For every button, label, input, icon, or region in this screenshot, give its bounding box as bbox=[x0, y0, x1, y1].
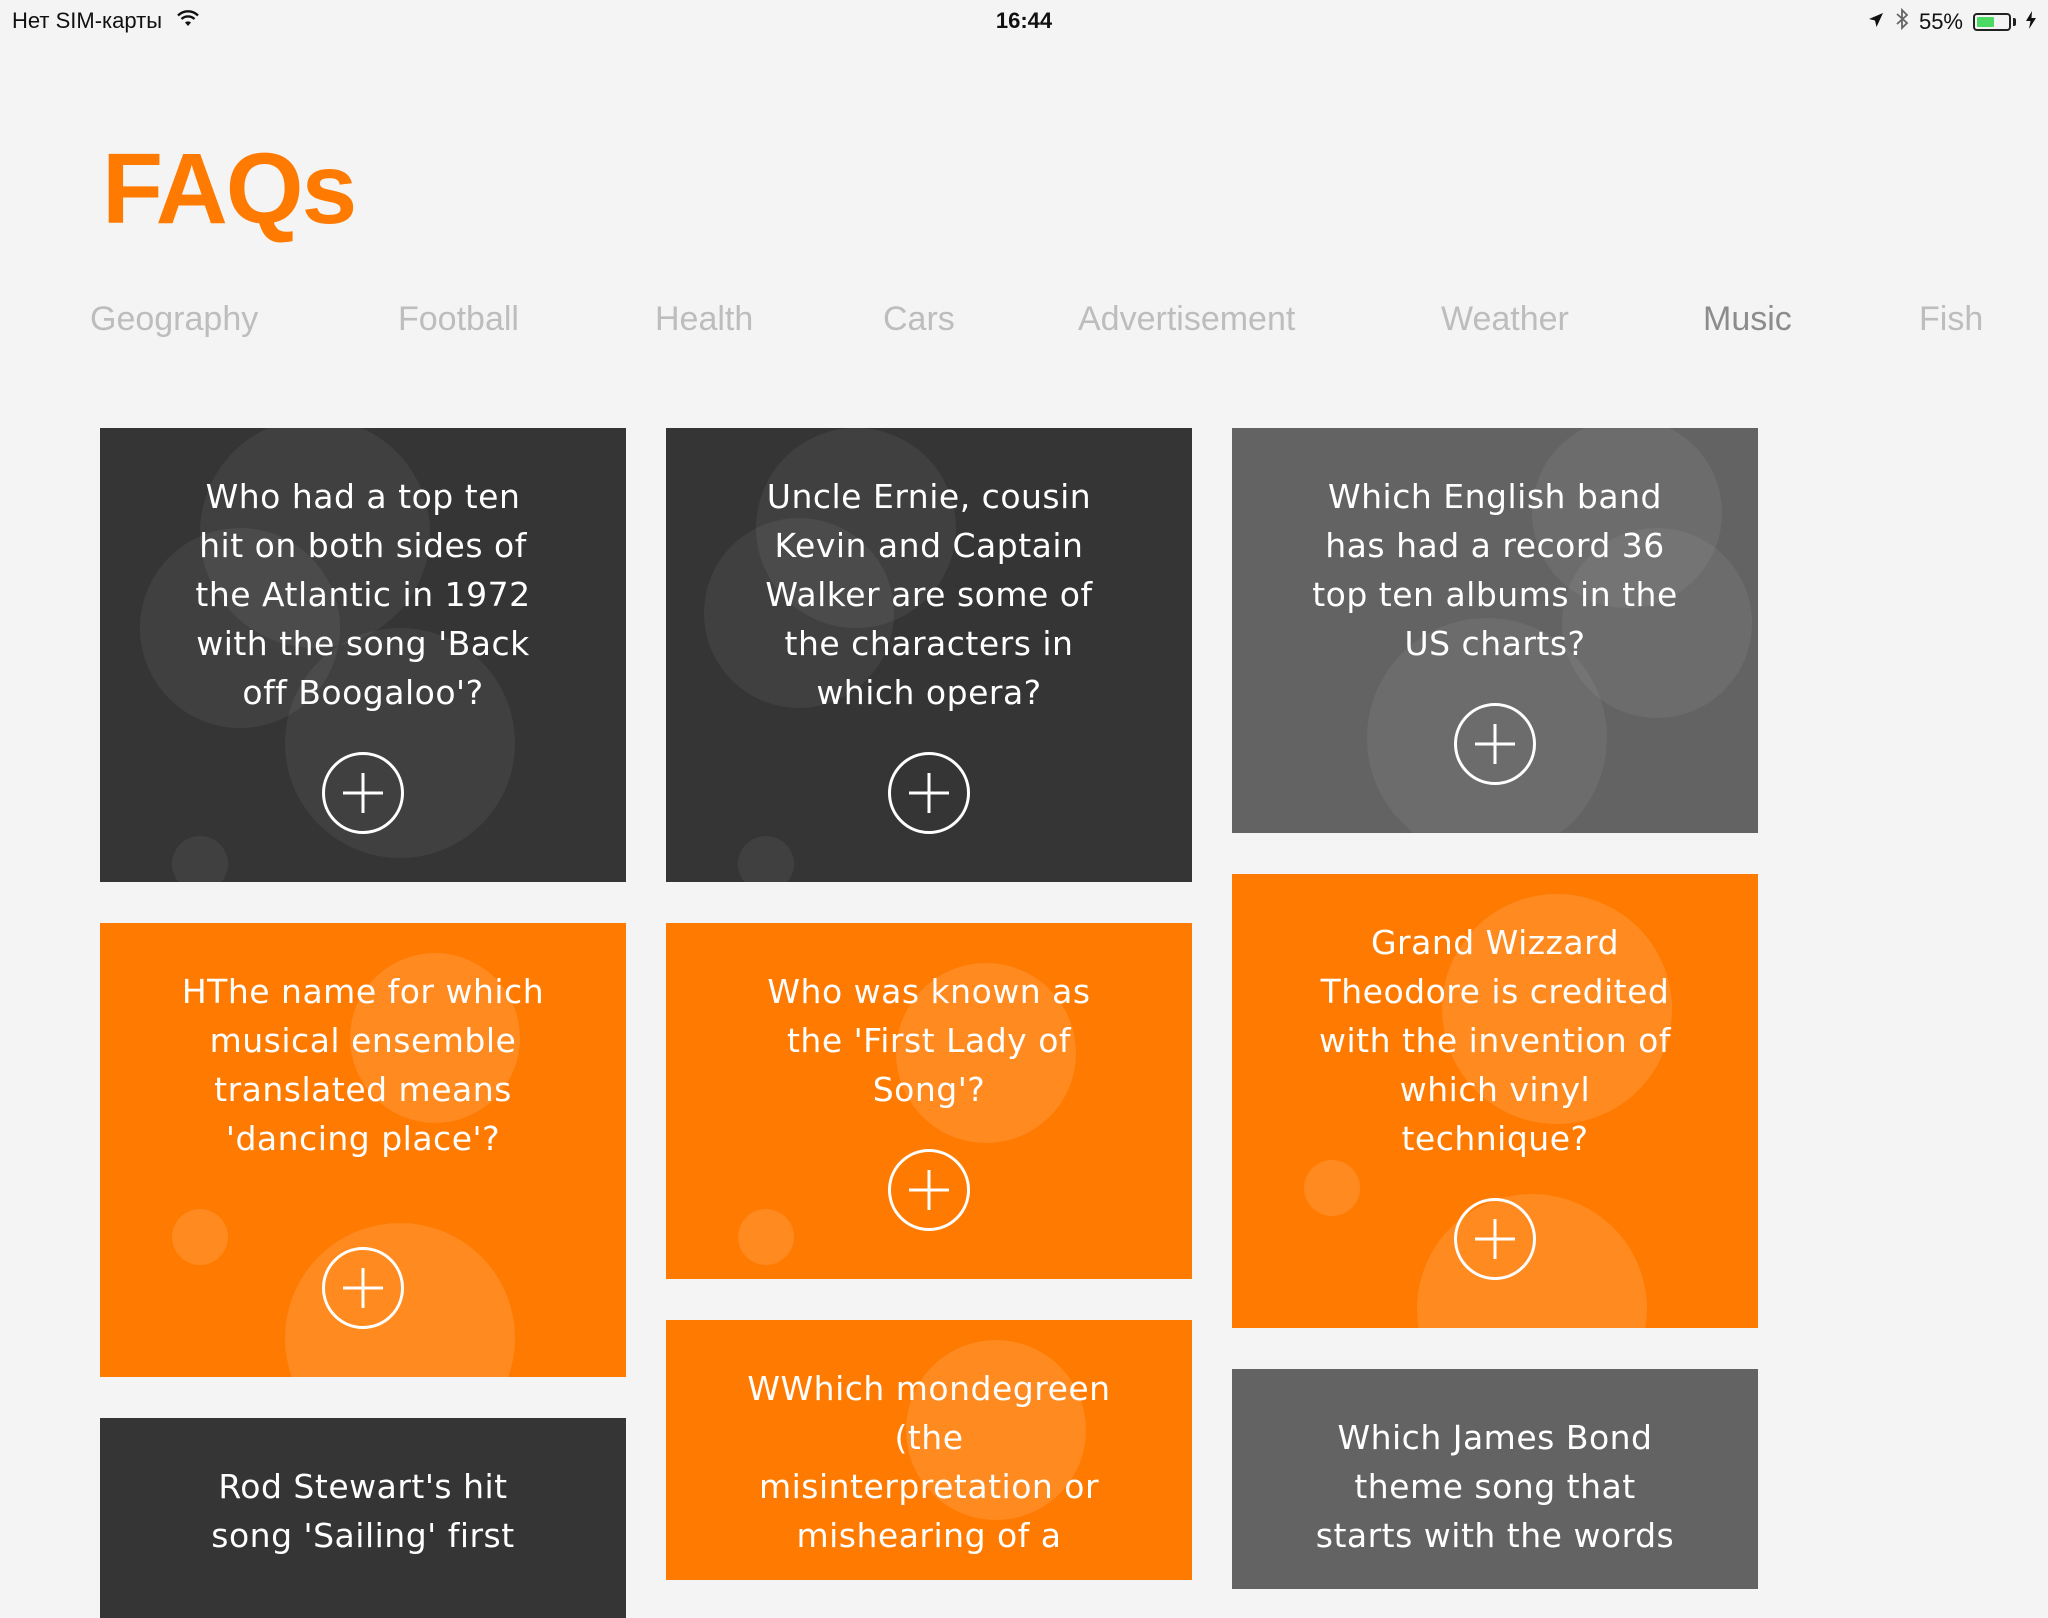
tab-weather[interactable]: Weather bbox=[1441, 300, 1569, 339]
status-bar: Нет SIM-карты 16:44 55% bbox=[0, 0, 2048, 40]
faq-question: Uncle Ernie, cousin Kevin and Captain Wa… bbox=[765, 477, 1093, 712]
faq-card[interactable]: HThe name for which musical ensemble tra… bbox=[100, 923, 626, 1377]
tab-fish[interactable]: Fish bbox=[1919, 300, 1983, 339]
faq-question: Who was known as the 'First Lady of Song… bbox=[767, 972, 1091, 1109]
battery-level bbox=[1977, 17, 1994, 27]
page-title: FAQs bbox=[102, 133, 357, 245]
charging-icon bbox=[2026, 9, 2036, 35]
decorative-bubble bbox=[172, 836, 228, 882]
tab-football[interactable]: Football bbox=[398, 300, 519, 339]
decorative-bubble bbox=[1417, 1194, 1647, 1328]
faq-card[interactable]: Grand Wizzard Theodore is credited with … bbox=[1232, 874, 1758, 1328]
expand-plus-icon[interactable] bbox=[322, 752, 404, 834]
status-right: 55% bbox=[1867, 7, 2036, 36]
faq-card[interactable]: WWhich mondegreen (the misinterpretation… bbox=[666, 1320, 1192, 1580]
tab-advertisement[interactable]: Advertisement bbox=[1078, 300, 1295, 339]
decorative-bubble bbox=[738, 1209, 794, 1265]
expand-plus-icon[interactable] bbox=[1454, 1198, 1536, 1280]
faq-card[interactable]: Rod Stewart's hit song 'Sailing' first bbox=[100, 1418, 626, 1618]
tab-health[interactable]: Health bbox=[655, 300, 753, 339]
bluetooth-icon bbox=[1895, 7, 1909, 36]
faq-question: Which James Bond theme song that starts … bbox=[1315, 1418, 1675, 1555]
decorative-bubble bbox=[172, 1209, 228, 1265]
expand-plus-icon[interactable] bbox=[322, 1247, 404, 1329]
tab-cars[interactable]: Cars bbox=[883, 300, 955, 339]
faq-question: Who had a top ten hit on both sides of t… bbox=[195, 477, 531, 712]
battery-icon bbox=[1973, 13, 2011, 31]
location-icon bbox=[1867, 9, 1885, 35]
faq-card[interactable]: Uncle Ernie, cousin Kevin and Captain Wa… bbox=[666, 428, 1192, 882]
faq-question: Which English band has had a record 36 t… bbox=[1312, 477, 1678, 663]
battery-percent: 55% bbox=[1918, 9, 1963, 34]
expand-plus-icon[interactable] bbox=[888, 752, 970, 834]
faq-card[interactable]: Who was known as the 'First Lady of Song… bbox=[666, 923, 1192, 1279]
expand-plus-icon[interactable] bbox=[1454, 703, 1536, 785]
faq-card[interactable]: Which English band has had a record 36 t… bbox=[1232, 428, 1758, 833]
tab-music[interactable]: Music bbox=[1703, 300, 1792, 339]
tab-geography[interactable]: Geography bbox=[90, 300, 258, 339]
battery-tip bbox=[2013, 18, 2016, 26]
faq-question: Grand Wizzard Theodore is credited with … bbox=[1319, 923, 1671, 1158]
faq-question: Rod Stewart's hit song 'Sailing' first bbox=[211, 1467, 515, 1555]
decorative-bubble bbox=[738, 836, 794, 882]
faq-question: HThe name for which musical ensemble tra… bbox=[181, 972, 545, 1158]
decorative-bubble bbox=[1304, 1160, 1360, 1216]
category-tabs: Geography Football Health Cars Advertise… bbox=[0, 300, 2048, 350]
faq-card[interactable]: Who had a top ten hit on both sides of t… bbox=[100, 428, 626, 882]
status-time: 16:44 bbox=[995, 8, 1053, 33]
faq-card[interactable]: Which James Bond theme song that starts … bbox=[1232, 1369, 1758, 1589]
expand-plus-icon[interactable] bbox=[888, 1149, 970, 1231]
faq-question: WWhich mondegreen (the misinterpretation… bbox=[747, 1369, 1111, 1555]
